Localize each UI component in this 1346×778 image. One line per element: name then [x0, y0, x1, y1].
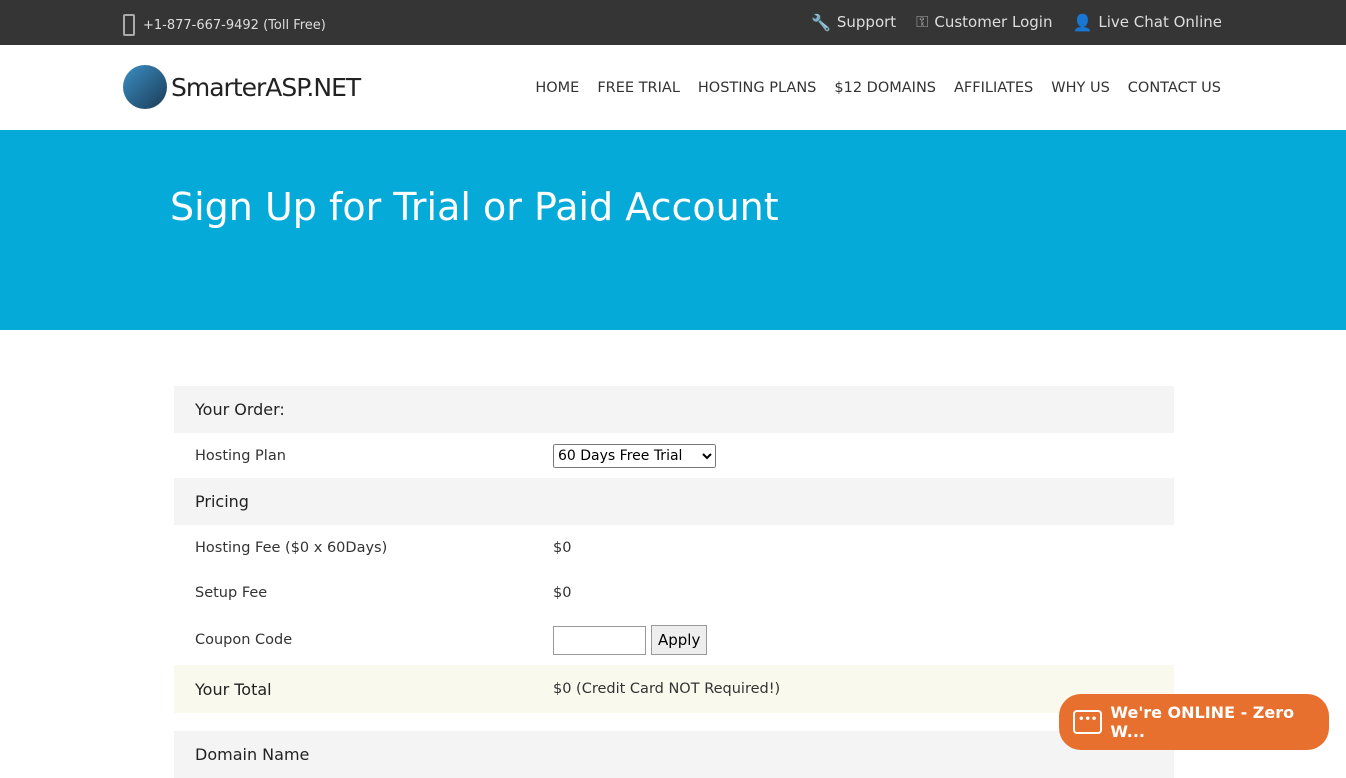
top-bar: +1-877-667-9492 (Toll Free) 🔧 Support ⚿ Cu… — [0, 0, 1346, 45]
support-label: Support — [836, 13, 897, 31]
setup-fee-value: $0 — [553, 584, 572, 601]
coupon-input[interactable] — [553, 625, 646, 655]
customer-login-link[interactable]: ⚿ Customer Login — [916, 12, 1052, 32]
nav-hosting-plans[interactable]: HOSTING PLANS — [698, 80, 816, 96]
pricing-heading: Pricing — [174, 478, 1174, 525]
total-value: $0 (Credit Card NOT Required!) — [553, 681, 781, 697]
total-label: Your Total — [195, 679, 272, 699]
phone: +1-877-667-9492 (Toll Free) — [123, 14, 326, 36]
logo-text: SmarterASP.NET — [171, 72, 361, 102]
nav-home[interactable]: HOME — [535, 80, 579, 96]
hosting-fee-label: Hosting Fee ($0 x 60Days) — [195, 539, 388, 556]
logo-icon — [123, 65, 167, 109]
phone-icon — [123, 14, 135, 36]
domain-heading: Domain Name — [174, 731, 1174, 778]
support-link[interactable]: 🔧 Support — [811, 12, 896, 32]
hosting-plan-label: Hosting Plan — [195, 447, 286, 464]
key-icon: ⚿ — [916, 12, 929, 31]
hosting-fee-row: Hosting Fee ($0 x 60Days) $0 — [174, 525, 1174, 570]
apply-button[interactable]: Apply — [651, 625, 708, 655]
hosting-plan-select[interactable]: 60 Days Free Trial — [553, 443, 716, 468]
logo[interactable]: SmarterASP.NET — [123, 65, 361, 109]
phone-number: +1-877-667-9492 (Toll Free) — [143, 17, 326, 33]
user-chat-icon: 👤 — [1072, 12, 1093, 32]
hosting-plan-row: Hosting Plan 60 Days Free Trial — [174, 433, 1174, 478]
nav-why-us[interactable]: WHY US — [1051, 80, 1110, 96]
banner: Sign Up for Trial or Paid Account — [0, 130, 1346, 330]
pricing-heading-text: Pricing — [195, 492, 249, 511]
hosting-fee-value: $0 — [553, 539, 572, 556]
nav-domains[interactable]: $12 DOMAINS — [834, 80, 936, 96]
setup-fee-label: Setup Fee — [195, 584, 268, 601]
main-nav: HOME FREE TRIAL HOSTING PLANS $12 DOMAIN… — [535, 80, 1221, 96]
coupon-row: Coupon Code Apply — [174, 615, 1174, 665]
coupon-label: Coupon Code — [195, 632, 293, 648]
domain-heading-text: Domain Name — [195, 745, 310, 764]
setup-fee-row: Setup Fee $0 — [174, 570, 1174, 615]
order-form: Your Order: Hosting Plan 60 Days Free Tri… — [174, 386, 1174, 778]
nav-contact-us[interactable]: CONTACT US — [1128, 80, 1221, 96]
chat-label: Live Chat Online — [1098, 13, 1222, 31]
order-heading-text: Your Order: — [195, 400, 285, 419]
live-chat-widget[interactable]: ••• We're ONLINE - Zero W... — [1059, 694, 1329, 750]
chat-widget-label: We're ONLINE - Zero W... — [1110, 703, 1295, 741]
order-heading: Your Order: — [174, 386, 1174, 433]
nav-free-trial[interactable]: FREE TRIAL — [597, 80, 680, 96]
total-row: Your Total $0 (Credit Card NOT Required!) — [174, 665, 1174, 713]
header: SmarterASP.NET HOME FREE TRIAL HOSTING P… — [0, 45, 1346, 130]
login-label: Customer Login — [934, 13, 1053, 31]
nav-affiliates[interactable]: AFFILIATES — [954, 80, 1033, 96]
chat-bubble-icon: ••• — [1073, 710, 1103, 734]
live-chat-link[interactable]: 👤 Live Chat Online — [1072, 12, 1222, 32]
wrench-icon: 🔧 — [810, 12, 831, 32]
page-title: Sign Up for Trial or Paid Account — [170, 185, 779, 229]
